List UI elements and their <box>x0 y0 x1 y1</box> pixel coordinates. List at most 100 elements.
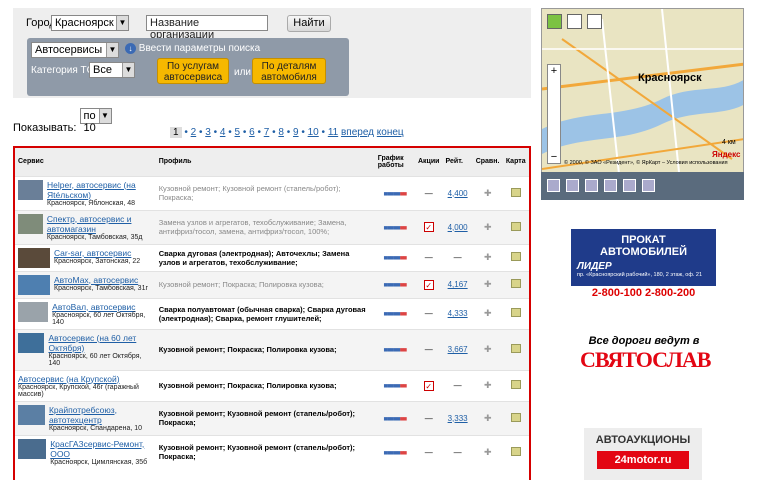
layer-icon-4[interactable] <box>604 179 617 192</box>
layer-icon-6[interactable] <box>642 179 655 192</box>
service-name-link[interactable]: Спектр, автосервис и автомагазин <box>47 214 153 234</box>
promo-check-icon[interactable]: ✓ <box>423 380 434 391</box>
pager-next-link[interactable]: вперед <box>341 127 374 138</box>
service-thumbnail[interactable] <box>18 274 50 295</box>
map-pin-icon[interactable] <box>510 252 521 261</box>
compare-icon[interactable]: ✚ <box>484 380 492 390</box>
schedule-indicator[interactable]: ■■■■■■■ <box>384 347 408 354</box>
type-select[interactable]: Автосервисы ▼ <box>31 42 119 58</box>
service-thumbnail[interactable] <box>18 179 44 200</box>
compare-icon[interactable]: ✚ <box>484 308 492 318</box>
compare-icon[interactable]: ✚ <box>484 413 492 423</box>
schedule-indicator[interactable]: ■■■■■■■ <box>384 311 408 318</box>
schedule-indicator[interactable]: ■■■■■■■ <box>384 416 408 423</box>
service-thumbnail[interactable] <box>18 247 50 268</box>
service-thumbnail[interactable] <box>18 301 49 322</box>
cell-rating[interactable]: 3,667 <box>442 328 473 370</box>
zoom-slider[interactable]: + − <box>547 64 561 164</box>
promo-check-icon[interactable]: ✓ <box>423 222 434 232</box>
cell-rating[interactable]: — <box>442 369 473 401</box>
service-address: Красноярск, Спандарена, 10 <box>48 424 143 432</box>
schedule-indicator[interactable]: ■■■■■■■ <box>384 225 408 232</box>
cell-profile: Замена узлов и агрегатов, техобслуживани… <box>155 209 375 244</box>
map-pin-icon[interactable] <box>510 380 521 389</box>
compare-icon[interactable]: ✚ <box>484 222 492 232</box>
page-link[interactable]: 6 <box>249 127 255 138</box>
cell-rating[interactable]: 4,400 <box>442 175 473 210</box>
cell-map <box>502 243 529 271</box>
cell-rating[interactable]: 3,333 <box>442 400 473 435</box>
map-pin-icon[interactable] <box>510 279 521 288</box>
map-pin-icon[interactable] <box>510 344 521 353</box>
service-name-link[interactable]: Car-sar, автосервис <box>54 248 140 258</box>
map-pin-icon[interactable] <box>510 446 521 456</box>
rental-phone1: 2-800-100 <box>591 287 642 299</box>
cell-compare: ✚ <box>472 297 503 329</box>
service-thumbnail[interactable] <box>18 438 47 459</box>
map-pin-icon[interactable] <box>510 221 521 231</box>
rental-banner[interactable]: ПРОКАТ АВТОМОБИЛЕЙ ЛИДЕР пр. «Красноярск… <box>571 229 716 301</box>
vehicle-select[interactable]: Все ▼ <box>89 62 135 78</box>
page-link[interactable]: 10 <box>308 127 319 138</box>
parts-button[interactable]: По деталям автомобиля <box>252 58 326 84</box>
service-thumbnail[interactable] <box>18 404 45 425</box>
hand-tool-icon[interactable] <box>547 14 562 29</box>
page-link[interactable]: 7 <box>264 127 270 138</box>
compare-icon[interactable]: ✚ <box>484 447 492 457</box>
page-link[interactable]: 8 <box>278 127 284 138</box>
cell-map <box>502 434 529 469</box>
compare-icon[interactable]: ✚ <box>484 252 492 262</box>
page-size-select[interactable]: по 10 ▼ <box>79 108 112 134</box>
cell-rating[interactable]: 4,000 <box>442 209 473 244</box>
find-button[interactable]: Найти <box>287 15 331 32</box>
schedule-indicator[interactable]: ■■■■■■■ <box>384 383 408 390</box>
promo-check-icon[interactable]: ✓ <box>423 279 434 290</box>
service-thumbnail[interactable] <box>18 332 45 353</box>
zoom-out-icon[interactable]: − <box>548 151 560 163</box>
page-link[interactable]: 2 <box>191 127 197 138</box>
services-button[interactable]: По услугам автосервиса <box>157 58 229 84</box>
service-name-link[interactable]: Автосервис (на Крупской) <box>18 374 153 384</box>
service-name-link[interactable]: Крайпотребсоюз, автотехцентр <box>49 405 153 425</box>
service-name-link[interactable]: Автосервис (на 60 лет Октября) <box>48 333 152 353</box>
schedule-indicator[interactable]: ■■■■■■■ <box>384 191 408 198</box>
zoom-in-icon[interactable]: + <box>548 65 560 77</box>
layer-icon-1[interactable] <box>547 179 560 192</box>
schedule-indicator[interactable]: ■■■■■■■ <box>384 450 408 457</box>
pager-last-link[interactable]: конец <box>377 127 404 138</box>
svyatoslav-banner[interactable]: Все дороги ведут в СВЯТОСЛАВ <box>580 335 711 390</box>
auction-banner[interactable]: АВТОАУКЦИОНЫ 24motor.ru <box>584 428 702 480</box>
ruler-tool-icon[interactable] <box>587 14 603 29</box>
org-name-input[interactable]: Название организации <box>146 15 268 41</box>
compare-icon[interactable]: ✚ <box>484 279 492 289</box>
page-link[interactable]: 5 <box>235 127 241 138</box>
service-name-link[interactable]: АвтоВал, автосервис <box>52 302 153 312</box>
page-link[interactable]: 11 <box>328 127 338 138</box>
service-name-link[interactable]: Helper, автосервис (на Яtéльском) <box>47 180 153 200</box>
page-link[interactable]: 3 <box>205 127 211 138</box>
map-pin-icon[interactable] <box>510 187 521 197</box>
city-select[interactable]: Красноярск ▼ <box>51 15 129 31</box>
layer-icon-2[interactable] <box>566 179 579 192</box>
magnifier-tool-icon[interactable] <box>567 14 583 29</box>
map-pin-icon[interactable] <box>510 412 521 422</box>
advanced-search-link[interactable]: ↓ Ввести параметры поиска <box>125 43 260 54</box>
cell-profile: Кузовной ремонт; Покраска; Полировка куз… <box>155 270 375 298</box>
page-link[interactable]: 9 <box>293 127 299 138</box>
table-row: КрасГАЗсервис-Ремонт, ООО Красноярск, Ци… <box>15 434 529 469</box>
schedule-indicator[interactable]: ■■■■■■■ <box>384 255 408 262</box>
map-pin-icon[interactable] <box>510 308 521 317</box>
service-name-link[interactable]: АвтоМах, автосервис <box>54 275 148 285</box>
service-name-link[interactable]: КрасГАЗсервис-Ремонт, ООО <box>50 439 152 459</box>
page-link[interactable]: 4 <box>220 127 226 138</box>
cell-rating[interactable]: — <box>442 243 473 271</box>
compare-icon[interactable]: ✚ <box>484 344 492 354</box>
layer-icon-3[interactable] <box>585 179 598 192</box>
cell-rating[interactable]: 4,333 <box>442 297 473 329</box>
cell-rating[interactable]: — <box>442 434 473 469</box>
cell-rating[interactable]: 4,167 <box>442 270 473 298</box>
layer-icon-5[interactable] <box>623 179 636 192</box>
compare-icon[interactable]: ✚ <box>484 188 492 198</box>
schedule-indicator[interactable]: ■■■■■■■ <box>384 282 408 289</box>
service-thumbnail[interactable] <box>18 213 43 234</box>
